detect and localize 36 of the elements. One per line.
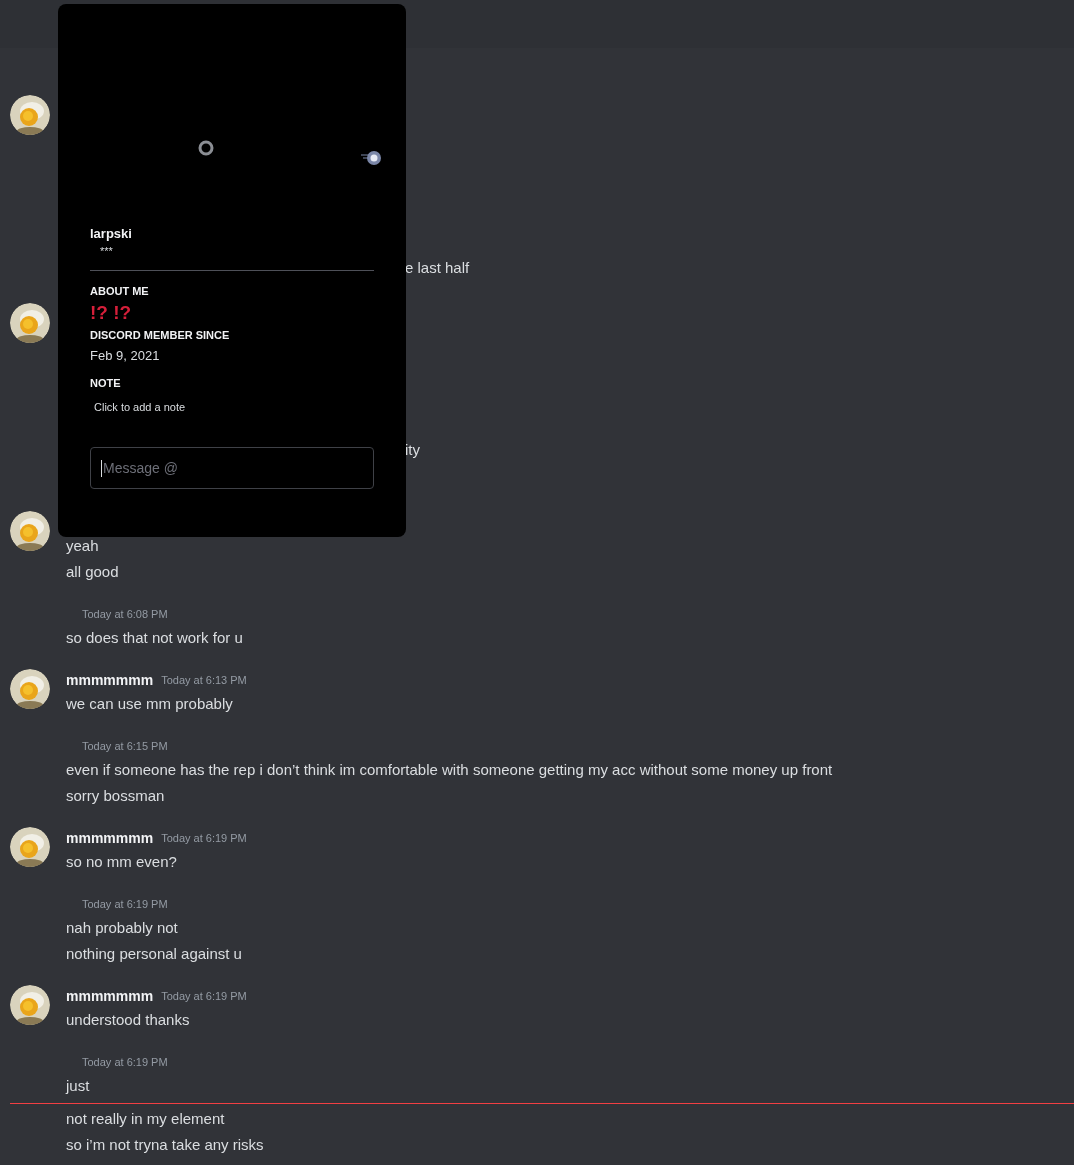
message-text: all good bbox=[66, 562, 119, 582]
username[interactable]: mmmmmmm bbox=[66, 988, 154, 1004]
message-text: understood thanks bbox=[66, 1010, 191, 1030]
username[interactable]: mmmmmmm bbox=[66, 830, 154, 846]
member-since-date: Feb 9, 2021 bbox=[90, 347, 161, 365]
message-text: not really in my element bbox=[66, 1109, 226, 1129]
message-text: e last half bbox=[404, 258, 471, 278]
note-field[interactable]: Click to add a note bbox=[90, 399, 298, 415]
timestamp: Today at 6:19 PM bbox=[161, 832, 247, 844]
message-text: so does that not work for u bbox=[66, 628, 243, 648]
message-text: we can use mm probably bbox=[66, 694, 234, 714]
message-text: nah probably not bbox=[66, 918, 179, 938]
message-text: sorry bossman bbox=[66, 786, 166, 806]
profile-name: larpski bbox=[90, 225, 133, 243]
message-field[interactable]: Message @ bbox=[90, 447, 374, 489]
about-text: !? !? bbox=[90, 301, 133, 325]
message-text: just bbox=[66, 1076, 91, 1096]
message-text: nothing personal against u bbox=[66, 944, 242, 964]
timestamp: Today at 6:13 PM bbox=[161, 674, 247, 686]
message-text: ity bbox=[404, 440, 421, 460]
timestamp: Today at 6:15 PM bbox=[82, 740, 168, 752]
timestamp: Today at 6:19 PM bbox=[82, 898, 168, 910]
section-heading: NOTE bbox=[90, 376, 122, 391]
profile-tagline: *** bbox=[99, 244, 114, 258]
username[interactable]: mmmmmmm bbox=[66, 672, 154, 688]
speed-badge-icon bbox=[360, 149, 384, 167]
section-heading: ABOUT ME bbox=[90, 284, 150, 299]
message-text: so no mm even? bbox=[66, 852, 178, 872]
timestamp: Today at 6:19 PM bbox=[82, 1056, 168, 1068]
message-text: even if someone has the rep i don’t think im comfortable with someone getting my acc without some money up front bbox=[66, 760, 833, 780]
timestamp: Today at 6:19 PM bbox=[161, 990, 247, 1002]
section-heading: DISCORD MEMBER SINCE bbox=[90, 328, 231, 343]
timestamp: Today at 6:08 PM bbox=[82, 608, 168, 620]
message-text: so i’m not tryna take any risks bbox=[66, 1135, 264, 1155]
message-text: yeah bbox=[66, 536, 100, 556]
ring-icon bbox=[197, 139, 215, 157]
